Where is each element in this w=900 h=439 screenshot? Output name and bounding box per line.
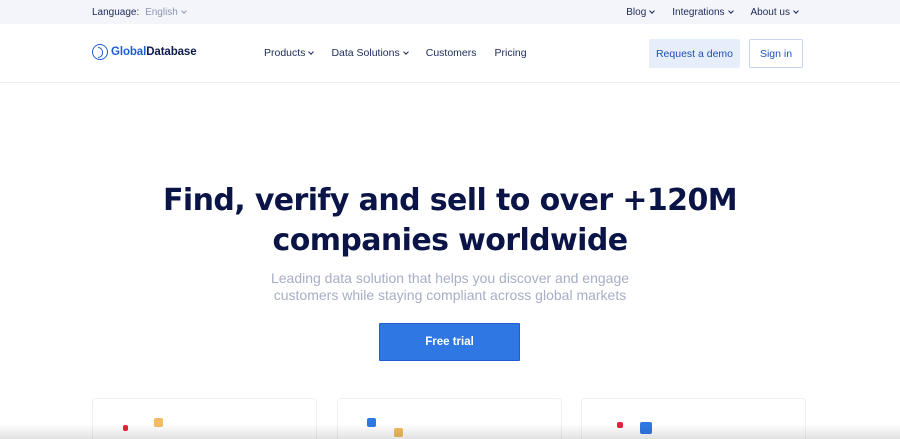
top-utility-bar: Language: English Blog Integrations Abou… [0,0,900,24]
logo-icon [92,44,108,60]
free-trial-button[interactable]: Free trial [379,323,520,361]
logo-text: GlobalDatabase [111,46,197,58]
about-us-link-label: About us [750,7,790,18]
nav-item-data-solutions-label: Data Solutions [331,47,400,59]
decorative-shape-icon [617,422,623,428]
nav-item-products[interactable]: Products [264,47,315,59]
integrations-link-label: Integrations [672,7,725,18]
request-demo-button[interactable]: Request a demo [649,39,740,68]
nav-item-customers[interactable]: Customers [426,47,477,59]
nav-item-data-solutions[interactable]: Data Solutions [331,47,409,59]
blog-link[interactable]: Blog [626,7,656,18]
utility-links: Blog Integrations About us [626,7,799,18]
blog-link-label: Blog [626,7,647,18]
nav-item-pricing[interactable]: Pricing [495,47,527,59]
chevron-down-icon [727,8,734,14]
logo[interactable]: GlobalDatabase [92,44,197,60]
decorative-shape-icon [394,428,403,437]
hero-subtitle-line-2: customers while staying compliant across… [273,287,627,303]
sign-in-button[interactable]: Sign in [749,39,803,68]
decorative-shape-icon [367,418,376,427]
chevron-down-icon [402,49,409,55]
chevron-down-icon [181,8,187,14]
hero-title-line-2: companies worldwide [272,223,629,258]
integrations-link[interactable]: Integrations [672,7,734,18]
hero-subtitle: Leading data solution that helps you dis… [0,270,900,304]
feature-card[interactable] [581,398,806,439]
chevron-down-icon [649,8,656,14]
decorative-shape-icon [154,418,163,427]
main-navbar: GlobalDatabase Products Data Solutions C… [0,24,900,83]
language-selector[interactable]: Language: English [92,7,187,18]
chevron-down-icon [793,8,799,14]
hero-title-line-1: Find, verify and sell to over +120M [163,183,738,218]
feature-card[interactable] [337,398,562,439]
hero-subtitle-line-1: Leading data solution that helps you dis… [270,270,630,286]
language-label: Language: [92,7,140,18]
logo-text-global: Global [111,46,147,58]
about-us-link[interactable]: About us [750,7,799,18]
chevron-down-icon [308,49,315,55]
nav-item-products-label: Products [264,47,306,59]
hero-title: Find, verify and sell to over +120M comp… [0,181,900,261]
decorative-shape-icon [123,425,128,431]
feature-card[interactable] [92,398,317,439]
decorative-shape-icon [640,422,652,434]
language-value: English [145,7,178,18]
logo-text-database: Database [146,46,197,58]
nav-links: Products Data Solutions Customers Pricin… [264,47,527,59]
